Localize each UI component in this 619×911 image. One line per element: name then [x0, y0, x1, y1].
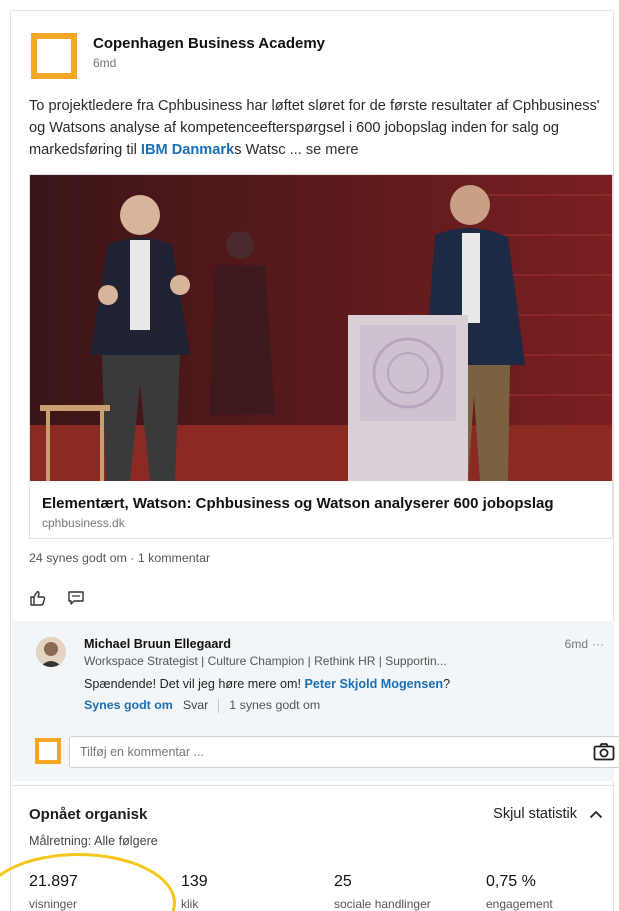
- post-time: 6md: [93, 56, 117, 70]
- comment-reply-button[interactable]: Svar: [183, 698, 208, 712]
- company-name[interactable]: Copenhagen Business Academy: [93, 35, 325, 52]
- metric-label: sociale handlinger: [334, 897, 431, 911]
- comment-mention-link[interactable]: Peter Skjold Mogensen: [305, 677, 444, 691]
- photo-illustration: [30, 175, 612, 481]
- camera-icon[interactable]: [593, 742, 615, 762]
- comment-time: 6md: [564, 637, 588, 651]
- hide-stats-label: Skjul statistik: [493, 806, 577, 822]
- commenter-headline: Workspace Strategist | Culture Champion …: [84, 654, 447, 668]
- comment-text-body: Spændende! Det vil jeg høre mere om!: [84, 677, 305, 691]
- post-text: To projektledere fra Cphbusiness har løf…: [29, 95, 619, 161]
- link-title[interactable]: Elementært, Watson: Cphbusiness og Watso…: [42, 495, 554, 512]
- post-text-truncated: s Watsc ...: [234, 142, 302, 158]
- own-company-avatar: [35, 738, 61, 764]
- social-counts[interactable]: 24 synes godt om · 1 kommentar: [29, 551, 210, 565]
- highlight-ellipse: [0, 853, 176, 911]
- metric-clicks: 139 klik: [181, 873, 208, 911]
- add-comment-row: [33, 736, 619, 768]
- chevron-up-icon: [589, 810, 603, 818]
- metric-value: 139: [181, 873, 208, 890]
- company-logo[interactable]: [31, 33, 77, 79]
- comment-icon[interactable]: [67, 589, 85, 607]
- metric-impressions: 21.897 visninger: [29, 873, 78, 911]
- metric-social-actions: 25 sociale handlinger: [334, 873, 431, 911]
- article-photo[interactable]: [30, 175, 612, 481]
- thumbs-up-icon[interactable]: [29, 589, 47, 607]
- avatar-image: [36, 637, 66, 667]
- stats-title: Opnået organisk: [29, 806, 148, 823]
- metric-label: visninger: [29, 897, 78, 911]
- comment-like-count[interactable]: 1 synes godt om: [229, 698, 320, 712]
- metric-value: 21.897: [29, 873, 78, 890]
- link-preview[interactable]: Elementært, Watson: Cphbusiness og Watso…: [29, 174, 613, 539]
- commenter-avatar[interactable]: [36, 637, 66, 667]
- comment-text-end: ?: [443, 677, 451, 691]
- post-actions: [29, 589, 109, 611]
- metric-value: 25: [334, 873, 352, 890]
- targeting-info: Målretning: Alle følgere: [29, 834, 158, 848]
- comment-input[interactable]: [69, 736, 619, 768]
- comment-actions: Synes godt om Svar 1 synes godt om: [84, 698, 320, 713]
- feed-post-card: Copenhagen Business Academy 6md To proje…: [0, 10, 619, 911]
- divider: [12, 785, 614, 786]
- divider: [218, 698, 220, 713]
- metric-engagement: 0,75 % engagement: [486, 873, 553, 911]
- comment-text: Spændende! Det vil jeg høre mere om! Pet…: [84, 677, 450, 691]
- metric-label: klik: [181, 897, 199, 911]
- hide-stats-button[interactable]: Skjul statistik: [493, 806, 603, 822]
- metric-label: engagement: [486, 897, 553, 911]
- link-domain: cphbusiness.dk: [42, 516, 125, 530]
- see-more-link[interactable]: se mere: [306, 142, 359, 158]
- post-header: Copenhagen Business Academy 6md: [31, 29, 591, 79]
- company-tag-link[interactable]: IBM Danmark: [141, 142, 234, 158]
- comment-more-icon[interactable]: ···: [592, 637, 604, 651]
- comment-like-button[interactable]: Synes godt om: [84, 698, 173, 712]
- commenter-name[interactable]: Michael Bruun Ellegaard: [84, 637, 231, 651]
- comment-meta: 6md ···: [565, 637, 604, 651]
- metric-value: 0,75 %: [486, 873, 536, 890]
